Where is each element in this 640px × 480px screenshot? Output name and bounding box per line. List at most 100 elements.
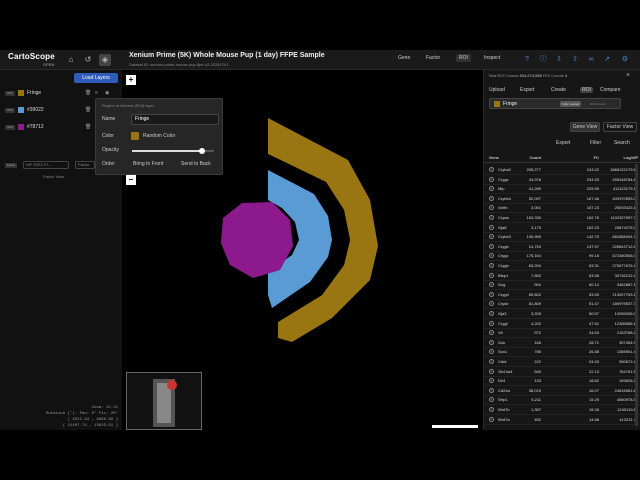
add-gene-icon[interactable]: + (489, 330, 494, 336)
table-row[interactable]: + Vit 972 34.63 2153768.20 (484, 328, 640, 339)
layer-color-swatch[interactable] (18, 90, 24, 96)
table-row[interactable]: + Crygb 63,204 83.31 270677676.42 (484, 261, 640, 271)
inspect-tool-button[interactable]: Inspect (484, 55, 500, 61)
add-gene-icon[interactable]: + (489, 205, 494, 211)
table-row[interactable]: + Crybb3 106,969 142.79 681858494.76 (484, 232, 640, 243)
upload-icon[interactable]: ⇧ (570, 55, 580, 65)
table-row[interactable]: + Slc24a4 540 22.13 764761.50 (484, 367, 640, 377)
roi-color-swatch[interactable] (131, 132, 139, 140)
opacity-slider[interactable] (132, 148, 214, 154)
table-row[interactable]: + Crygc 175,164 99.18 672450506.07 (484, 251, 640, 262)
table-row[interactable]: + Crygd 89,802 53.55 213927753.10 (484, 290, 640, 300)
column-fc[interactable]: FC (594, 155, 599, 160)
table-row[interactable]: + Dri4 133 18.82 159626.29 (484, 376, 640, 387)
tab-gene-view[interactable]: Gene View (570, 122, 600, 132)
layer-color-swatch[interactable] (18, 124, 24, 130)
random-color-button[interactable]: Random Color (143, 133, 175, 139)
roi-button[interactable]: ROI (580, 87, 593, 93)
link-icon[interactable]: ∞ (586, 55, 596, 65)
delete-icon[interactable]: 🗑 (85, 107, 91, 113)
table-row[interactable]: + Crygb 14,753 137.97 226643712.67 (484, 242, 640, 252)
table-row[interactable]: + Gja8 3,175 162.23 25874275.01 (484, 223, 640, 233)
column-gene[interactable]: Gene (489, 155, 499, 160)
opacity-slider-knob[interactable] (198, 148, 205, 154)
table-row[interactable]: + Gja3 3,205 50.57 10059206.07 (484, 309, 640, 319)
help-icon[interactable]: ? (522, 55, 532, 65)
add-gene-icon[interactable]: + (489, 339, 494, 345)
table-row[interactable]: + Cd24a 38,015 16.07 24615961.82 (484, 386, 640, 396)
roi-name-input[interactable]: Fringe (131, 114, 219, 125)
table-search-button[interactable]: Search (614, 140, 630, 146)
add-gene-icon[interactable]: + (489, 224, 494, 230)
factor-view-toggle[interactable]: Factor View (43, 174, 64, 179)
table-filter-button[interactable]: Filter (590, 140, 601, 146)
add-gene-icon[interactable]: + (489, 359, 494, 364)
add-gene-icon[interactable]: + (489, 186, 494, 192)
add-gene-icon[interactable]: + (489, 416, 494, 422)
add-gene-icon[interactable]: + (489, 253, 494, 259)
add-gene-icon[interactable]: + (489, 349, 494, 355)
layers-icon[interactable]: ◈ (99, 54, 111, 66)
history-icon[interactable]: ↺ (82, 54, 94, 66)
add-gene-icon[interactable]: + (489, 282, 494, 288)
download-icon[interactable]: ⇩ (554, 55, 564, 65)
table-row[interactable]: + Gcg 904 60.14 3462887.15 (484, 280, 640, 291)
table-row[interactable]: + Wnt7b 1,357 15.28 1240110.80 (484, 405, 640, 415)
close-icon[interactable]: × (626, 72, 630, 79)
table-scrollbar[interactable] (635, 164, 638, 426)
factor-select[interactable]: HIF-F(EZ-F1... (23, 161, 69, 169)
add-gene-icon[interactable]: + (489, 243, 494, 249)
table-row[interactable]: + Grifin 3,001 167.23 25003423.10 (484, 203, 640, 214)
add-gene-icon[interactable]: + (489, 407, 494, 412)
add-gene-icon[interactable]: + (489, 301, 494, 307)
delete-icon[interactable]: 🗑 (85, 90, 91, 96)
add-gene-icon[interactable]: + (489, 397, 494, 403)
table-row[interactable]: + Gck 166 28.71 307454.98 (484, 338, 640, 348)
add-gene-icon[interactable]: + (489, 176, 494, 182)
tab-factor-view[interactable]: Factor View (603, 122, 637, 132)
table-row[interactable]: + Bfsp1 7,863 63.58 30742212.42 (484, 271, 640, 281)
add-gene-icon[interactable]: + (489, 311, 494, 316)
add-gene-icon[interactable]: + (489, 272, 494, 278)
table-row[interactable]: + Crybb4 52,097 167.46 409370953.05 (484, 194, 640, 204)
add-gene-icon[interactable]: + (489, 234, 494, 240)
add-gene-icon[interactable]: + (489, 291, 494, 297)
add-gene-icon[interactable]: + (489, 387, 494, 393)
info-icon[interactable]: ⓘ (538, 55, 548, 65)
table-row[interactable]: + Sox1 786 26.88 1355901.49 (484, 347, 640, 358)
compare-button[interactable]: Compare (600, 87, 621, 93)
visibility-icon[interactable]: ◉ (105, 90, 109, 96)
add-gene-icon[interactable]: + (489, 378, 494, 384)
bring-to-front-button[interactable]: Bring to Front (133, 161, 163, 167)
column-count[interactable]: Count (529, 155, 541, 160)
table-row[interactable]: + Cryba2 205,277 243.22 1868122179.68 (484, 165, 640, 175)
table-row[interactable]: + Wnt7a 452 14.68 412231.11 (484, 415, 640, 425)
column-log10p[interactable]: Log10P (624, 155, 638, 160)
factor-select-2[interactable]: Factor (75, 161, 95, 169)
settings-icon[interactable]: ≡ (95, 90, 98, 96)
layer-color-swatch[interactable] (18, 107, 24, 113)
create-button[interactable]: Create (551, 87, 566, 93)
delete-icon[interactable]: 🗑 (85, 124, 91, 130)
add-gene-icon[interactable]: + (489, 167, 494, 172)
table-row[interactable]: + Crygs 44,976 234.93 455348784.83 (484, 175, 640, 185)
share-icon[interactable]: ↗ (602, 55, 612, 65)
table-row[interactable]: + Mip 41,289 229.99 411123179.16 (484, 184, 640, 195)
add-gene-icon[interactable]: + (489, 215, 494, 220)
load-layers-button[interactable]: Load Layers (74, 73, 118, 83)
add-gene-icon[interactable]: + (489, 320, 494, 326)
upload-button[interactable]: Upload (489, 87, 505, 93)
table-row[interactable]: + Cryaa 163,330 162.76 1102327997.33 (484, 213, 640, 223)
roi-select[interactable]: Fringe Fully Loaded ROI Counts (489, 98, 621, 109)
table-row[interactable]: + Cdrlr 222 24.53 390672.42 (484, 357, 640, 367)
send-to-back-button[interactable]: Send to Back (181, 161, 211, 167)
factor-tool-button[interactable]: Factor (426, 55, 440, 61)
table-row[interactable]: + Sfrp1 5,211 15.29 4560978.54 (484, 395, 640, 406)
settings-icon[interactable]: ⚙ (620, 55, 630, 65)
minimap[interactable] (126, 372, 202, 430)
add-gene-icon[interactable]: + (489, 263, 494, 268)
table-export-button[interactable]: Export (556, 140, 570, 146)
table-row[interactable]: + Crygf 4,202 47.51 12385568.10 (484, 319, 640, 329)
roi-tool-button[interactable]: ROI (456, 54, 471, 62)
add-gene-icon[interactable]: + (489, 368, 494, 374)
